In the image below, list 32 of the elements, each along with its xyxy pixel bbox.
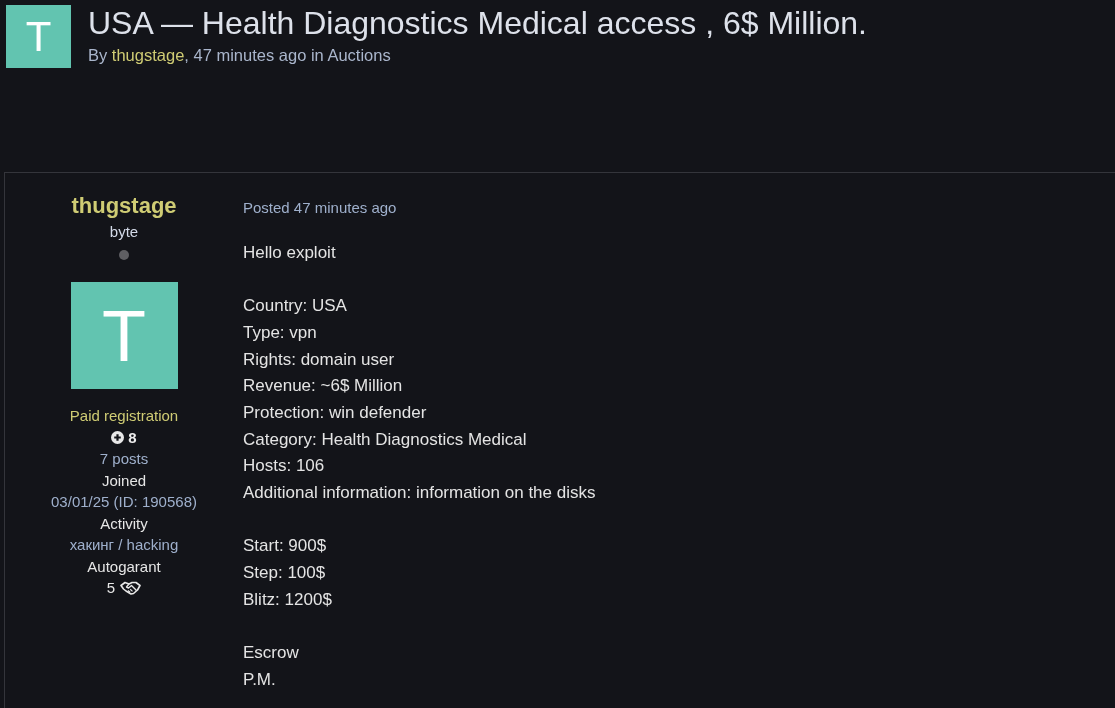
handshake-icon xyxy=(120,580,142,595)
topic-title: USA — Health Diagnostics Medical access , 6$ Million. xyxy=(88,5,867,41)
post-date: Posted 47 minutes ago xyxy=(243,198,397,218)
topic-byline: By thugstage, 47 minutes ago in Auctions xyxy=(88,45,391,65)
profile-field-label: Autogarant xyxy=(87,556,161,577)
post-text-line: Protection: win defender xyxy=(243,402,427,424)
post-text-line: Hello exploit xyxy=(243,242,336,264)
profile-field-label: Activity xyxy=(100,513,148,534)
letter-avatar: T xyxy=(6,5,71,68)
profile-field-value: хакинг / hacking xyxy=(69,535,179,555)
post-count: 7 posts xyxy=(99,449,149,469)
author-rank: byte xyxy=(109,222,139,242)
deal-count: 5 xyxy=(106,578,116,598)
author-link[interactable]: thugstage xyxy=(111,46,185,64)
post-text-line: Country: USA xyxy=(243,295,347,318)
post-text-line: Revenue: ~6$ Million xyxy=(243,375,403,398)
post-text-line: Rights: domain user xyxy=(243,348,395,371)
post-text-line: P.M. xyxy=(243,668,276,691)
member-group: Paid registration xyxy=(69,405,179,427)
post-text-line: Hosts: 106 xyxy=(243,455,325,478)
author-name-link[interactable]: thugstage xyxy=(71,192,177,220)
profile-field-value: 03/01/25 (ID: 190568) xyxy=(51,492,197,512)
profile-field-label: Joined xyxy=(101,470,147,491)
post-text-line: Category: Health Diagnostics Medical xyxy=(243,428,527,451)
reputation-count: 8 xyxy=(128,427,137,448)
post-text-line: Blitz: 1200$ xyxy=(243,588,332,611)
post-text-line: Escrow xyxy=(243,642,299,665)
post-text-line: Step: 100$ xyxy=(243,562,326,585)
plus-circle-icon xyxy=(111,430,125,444)
post-text-line: Start: 900$ xyxy=(243,535,327,558)
post-text-line: Type: vpn xyxy=(243,322,317,344)
post-text-line: Additional information: information on the disks xyxy=(243,482,596,505)
